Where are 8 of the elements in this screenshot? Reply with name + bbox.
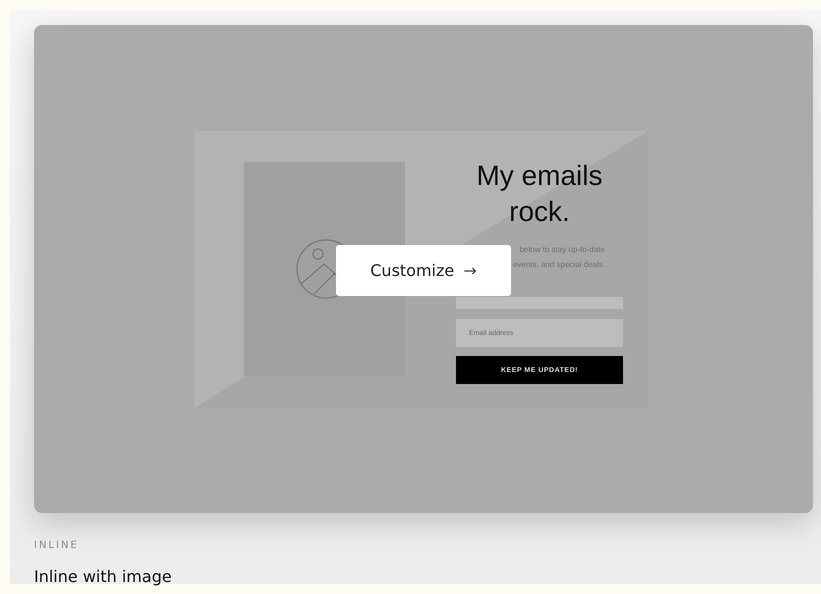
form-description: events, and special deals.	[512, 259, 605, 271]
customize-button[interactable]: Customize →	[336, 245, 511, 296]
template-name[interactable]: Inline with image	[34, 567, 172, 586]
arrow-icon: →	[463, 261, 477, 280]
form-description: below to stay up-to-date	[520, 244, 605, 256]
form-title: My emails rock.	[475, 159, 604, 229]
input-field[interactable]	[456, 297, 623, 309]
category-label: INLINE	[34, 540, 80, 551]
